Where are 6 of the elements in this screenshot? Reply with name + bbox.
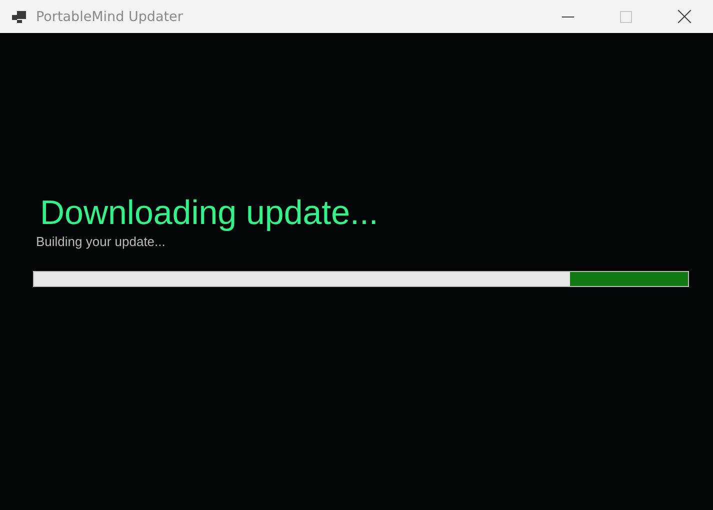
close-icon	[678, 10, 690, 23]
maximize-icon	[620, 10, 632, 22]
heading: Downloading update...	[40, 193, 380, 233]
window-title: PortableMind Updater	[36, 8, 183, 24]
app-icon	[12, 10, 26, 22]
status-text: Building your update...	[36, 234, 166, 249]
